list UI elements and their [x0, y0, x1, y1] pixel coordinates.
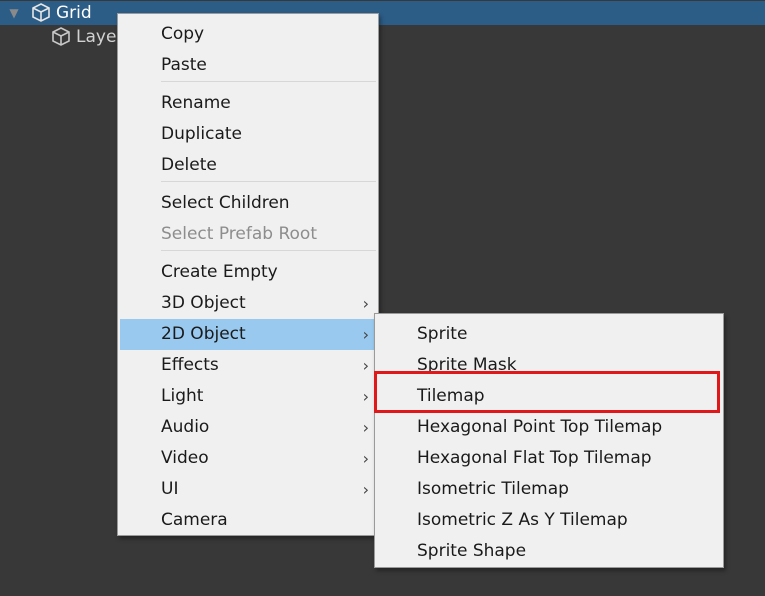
submenu-item-sprite-shape[interactable]: Sprite Shape	[375, 536, 723, 567]
menu-item-label: Hexagonal Flat Top Tilemap	[417, 448, 652, 468]
menu-item-label: Sprite	[417, 324, 468, 344]
menu-item-label: Isometric Z As Y Tilemap	[417, 510, 628, 530]
menu-item-effects[interactable]: Effects ›	[118, 350, 378, 381]
menu-item-label: Camera	[161, 510, 228, 530]
menu-separator	[161, 250, 376, 251]
menu-item-label: Delete	[161, 155, 217, 175]
menu-item-label: UI	[161, 479, 179, 499]
chevron-right-icon: ›	[362, 449, 369, 468]
menu-item-label: Light	[161, 386, 204, 406]
menu-item-video[interactable]: Video ›	[118, 443, 378, 474]
menu-item-label: Audio	[161, 417, 210, 437]
chevron-right-icon: ›	[362, 480, 369, 499]
menu-item-label: Video	[161, 448, 209, 468]
menu-item-audio[interactable]: Audio ›	[118, 412, 378, 443]
submenu-item-hexagonal-flat-top-tilemap[interactable]: Hexagonal Flat Top Tilemap	[375, 443, 723, 474]
menu-item-create-empty[interactable]: Create Empty	[118, 257, 378, 288]
menu-item-select-children[interactable]: Select Children	[118, 188, 378, 219]
hierarchy-row-label: Grid	[56, 3, 92, 23]
menu-item-label: Effects	[161, 355, 219, 375]
menu-item-label: Sprite Shape	[417, 541, 527, 561]
menu-item-label: Select Prefab Root	[161, 224, 317, 244]
chevron-right-icon: ›	[362, 387, 369, 406]
menu-item-select-prefab-root: Select Prefab Root	[118, 219, 378, 250]
tilemap-highlight-box	[374, 371, 720, 413]
hierarchy-row-grid[interactable]: ▼ Grid	[0, 1, 765, 25]
submenu-item-isometric-tilemap[interactable]: Isometric Tilemap	[375, 474, 723, 505]
menu-item-label: Paste	[161, 55, 207, 75]
submenu-2d-object: Sprite Sprite Mask Tilemap Hexagonal Poi…	[374, 313, 724, 568]
context-menu: Copy Paste Rename Duplicate Delete Selec…	[117, 13, 379, 536]
menu-item-label: Hexagonal Point Top Tilemap	[417, 417, 663, 437]
chevron-right-icon: ›	[362, 418, 369, 437]
submenu-item-sprite[interactable]: Sprite	[375, 319, 723, 350]
menu-item-label: 3D Object	[161, 293, 246, 313]
cube-icon	[30, 2, 52, 24]
menu-item-label: Rename	[161, 93, 231, 113]
menu-separator	[161, 181, 376, 182]
menu-item-light[interactable]: Light ›	[118, 381, 378, 412]
menu-item-label: 2D Object	[161, 324, 246, 344]
menu-item-ui[interactable]: UI ›	[118, 474, 378, 505]
menu-item-rename[interactable]: Rename	[118, 88, 378, 119]
menu-separator	[161, 81, 376, 82]
expand-arrow-icon[interactable]: ▼	[6, 6, 22, 20]
menu-item-label: Isometric Tilemap	[417, 479, 569, 499]
menu-item-3d-object[interactable]: 3D Object ›	[118, 288, 378, 319]
menu-item-camera[interactable]: Camera	[118, 505, 378, 536]
menu-item-2d-object[interactable]: 2D Object ›	[120, 319, 376, 350]
hierarchy-row-layer[interactable]: Laye	[0, 25, 116, 49]
menu-item-delete[interactable]: Delete	[118, 150, 378, 181]
hierarchy-row-label: Laye	[76, 27, 117, 47]
menu-item-label: Select Children	[161, 193, 290, 213]
menu-item-copy[interactable]: Copy	[118, 19, 378, 50]
menu-item-label: Copy	[161, 24, 205, 44]
chevron-right-icon: ›	[362, 356, 369, 375]
chevron-right-icon: ›	[362, 325, 369, 344]
menu-item-paste[interactable]: Paste	[118, 50, 378, 81]
chevron-right-icon: ›	[362, 294, 369, 313]
submenu-item-hexagonal-point-top-tilemap[interactable]: Hexagonal Point Top Tilemap	[375, 412, 723, 443]
menu-item-label: Create Empty	[161, 262, 278, 282]
menu-item-duplicate[interactable]: Duplicate	[118, 119, 378, 150]
submenu-item-isometric-z-as-y-tilemap[interactable]: Isometric Z As Y Tilemap	[375, 505, 723, 536]
menu-item-label: Duplicate	[161, 124, 242, 144]
cube-icon	[50, 26, 72, 48]
